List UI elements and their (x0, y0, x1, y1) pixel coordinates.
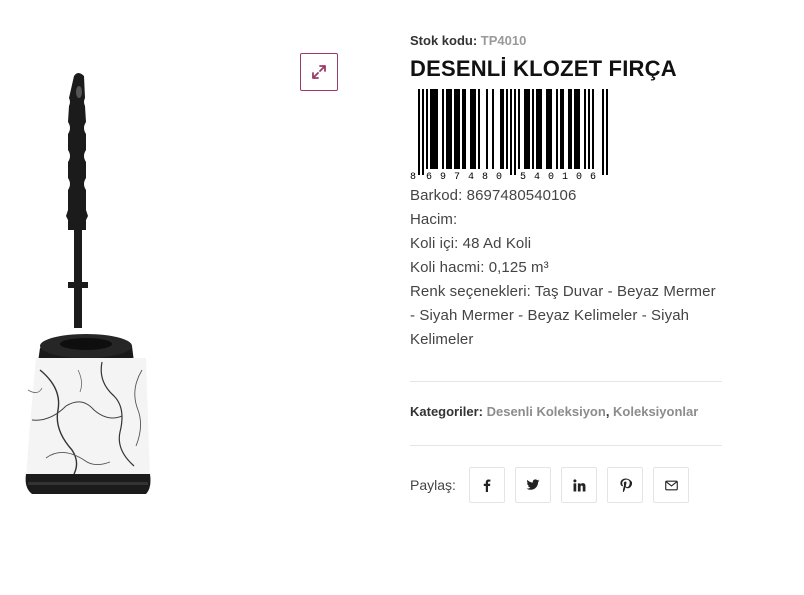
divider (410, 381, 722, 382)
share-twitter-button[interactable] (515, 467, 551, 503)
barcode-digit: 8 (482, 172, 488, 181)
barcode-bar (486, 89, 488, 169)
barcode-bar (546, 89, 548, 169)
barcode-digit: 9 (440, 172, 446, 181)
share-email-button[interactable] (653, 467, 689, 503)
barcode-digit: 4 (534, 172, 540, 181)
barcode-bar (518, 89, 520, 169)
barcode-bar (528, 89, 530, 169)
barcode-bar (474, 89, 476, 169)
linkedin-icon (572, 478, 585, 491)
barcode-bar (602, 89, 604, 175)
barcode-bar (446, 89, 448, 169)
product-image (25, 73, 151, 494)
barcode-bar (592, 89, 594, 169)
email-icon (664, 480, 678, 490)
share-pinterest-button[interactable] (607, 467, 643, 503)
barcode-bar (450, 89, 452, 169)
barcode-bar (426, 89, 428, 169)
barcode-bar (464, 89, 466, 169)
share-label: Paylaş: (410, 477, 456, 493)
share-bar: Paylaş: (410, 467, 722, 503)
barcode-bar (562, 89, 564, 169)
barcode-digit: 7 (454, 172, 460, 181)
product-info: Stok kodu: TP4010 DESENLİ KLOZET FIRÇA 8… (410, 32, 722, 503)
barcode-bar (532, 89, 534, 169)
barcode-bar (606, 89, 608, 175)
barcode-bar (432, 89, 434, 169)
barcode-digit: 8 (410, 172, 416, 181)
barcode-bar (472, 89, 474, 169)
volume-text: Hacim: (410, 211, 458, 228)
barcode-bar (442, 89, 444, 169)
expand-icon (312, 65, 326, 79)
barcode-bar (502, 89, 504, 169)
barcode-bar (422, 89, 424, 175)
barcode-bar (514, 89, 516, 175)
categories: Kategoriler: Desenli Koleksiyon, Koleksi… (410, 403, 722, 421)
barcode-bar (584, 89, 586, 169)
barcode-bar (536, 89, 538, 169)
barcode-bar (548, 89, 550, 169)
divider (410, 445, 722, 446)
barcode-bar (538, 89, 540, 169)
barcode-bar (430, 89, 432, 169)
barcode-bar (570, 89, 572, 169)
barcode-bar (456, 89, 458, 169)
sku: Stok kodu: TP4010 (410, 32, 722, 50)
pinterest-icon (619, 478, 632, 492)
barcode-bar (540, 89, 542, 169)
product-title: DESENLİ KLOZET FIRÇA (410, 56, 677, 81)
color-options-text: Renk seçenekleri: Taş Duvar - Beyaz Merm… (410, 283, 716, 348)
zoom-button[interactable] (300, 53, 338, 91)
categories-label: Kategoriler: (410, 404, 483, 419)
package-volume-text: Koli hacmi: 0,125 m³ (410, 259, 549, 276)
twitter-icon (526, 479, 540, 490)
barcode-digit: 4 (468, 172, 474, 181)
barcode-digit: 6 (426, 172, 432, 181)
barcode-text: Barkod: 8697480540106 (410, 187, 577, 204)
barcode-bar (576, 89, 578, 169)
barcode-bar (454, 89, 456, 169)
barcode-digit: 0 (548, 172, 554, 181)
barcode-digit: 5 (520, 172, 526, 181)
barcode-bar (418, 89, 420, 175)
barcode-bar (550, 89, 552, 169)
category-link-koleksiyonlar[interactable]: Koleksiyonlar (613, 404, 698, 419)
barcode-bar (462, 89, 464, 169)
barcode-digit: 6 (590, 172, 596, 181)
barcode-bar (556, 89, 558, 169)
barcode-digit: 1 (562, 172, 568, 181)
barcode-bar (434, 89, 436, 169)
barcode-bar (578, 89, 580, 169)
sku-label: Stok kodu: (410, 33, 478, 48)
barcode-bar (458, 89, 460, 169)
facebook-icon (483, 479, 491, 492)
barcode-bar (510, 89, 512, 175)
barcode-digit: 0 (576, 172, 582, 181)
barcode-bar (478, 89, 480, 169)
sku-value: TP4010 (480, 33, 527, 48)
product-attributes: Barkod: 8697480540106 Hacim: Koli içi: 4… (410, 184, 722, 352)
barcode-bar (560, 89, 562, 169)
barcode-bar (568, 89, 570, 169)
barcode-digit: 0 (496, 172, 502, 181)
barcode-bar (492, 89, 494, 169)
share-linkedin-button[interactable] (561, 467, 597, 503)
barcode-bar (574, 89, 576, 169)
barcode-bar (436, 89, 438, 169)
barcode-bar (506, 89, 508, 169)
barcode-bar (500, 89, 502, 169)
barcode-bar (526, 89, 528, 169)
package-count-text: Koli içi: 48 Ad Koli (410, 235, 532, 252)
barcode-bar (524, 89, 526, 169)
barcode-image: 8697480540106 (410, 89, 608, 181)
share-facebook-button[interactable] (469, 467, 505, 503)
category-link-desenli[interactable]: Desenli Koleksiyon (487, 404, 606, 419)
barcode-bar (588, 89, 590, 169)
barcode-bar (448, 89, 450, 169)
barcode-bar (470, 89, 472, 169)
category-separator: , (605, 404, 614, 419)
